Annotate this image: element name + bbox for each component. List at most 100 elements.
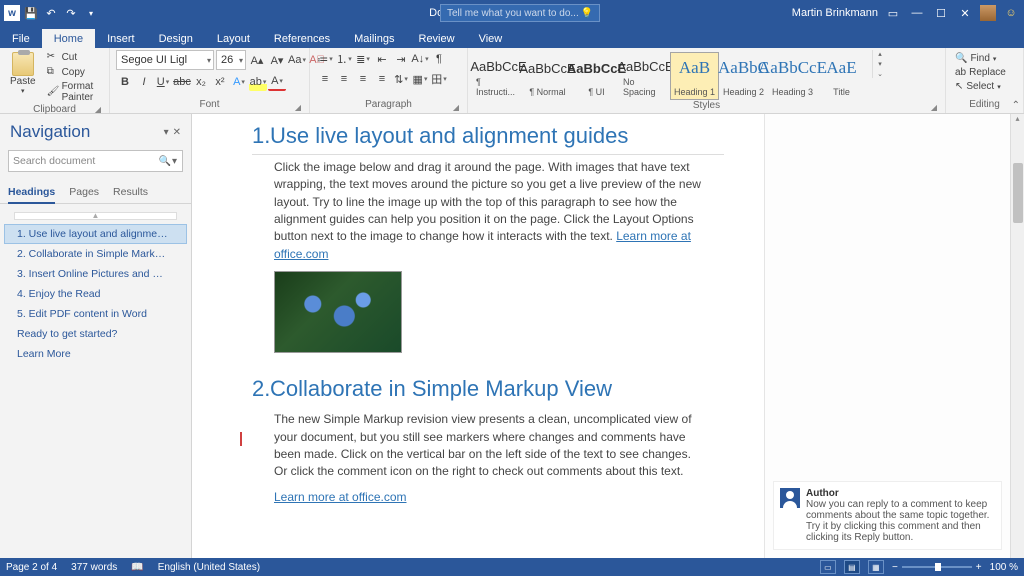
page-count[interactable]: Page 2 of 4 [6, 562, 57, 573]
print-layout-icon[interactable]: ▤ [844, 560, 860, 574]
line-spacing-icon[interactable]: ⇅ [392, 70, 410, 88]
paragraph[interactable]: Click the image below and drag it around… [274, 159, 704, 263]
read-mode-icon[interactable]: ▭ [820, 560, 836, 574]
save-icon[interactable]: 💾 [22, 4, 40, 22]
paste-button[interactable]: Paste▾ [6, 50, 40, 97]
close-icon[interactable]: ✕ [956, 4, 974, 22]
show-marks-icon[interactable]: ¶ [430, 50, 448, 68]
document-area[interactable]: 1.Use live layout and alignment guides C… [192, 114, 1024, 558]
format-painter-button[interactable]: 🖌Format Painter [44, 80, 103, 104]
borders-icon[interactable]: 田 [430, 70, 448, 88]
grow-font-icon[interactable]: A▴ [248, 51, 266, 69]
ribbon-options-icon[interactable]: ▭ [884, 4, 902, 22]
bold-icon[interactable]: B [116, 73, 134, 91]
tab-file[interactable]: File [0, 29, 42, 48]
align-left-icon[interactable]: ≡ [316, 70, 334, 88]
dialog-launcher-icon[interactable]: ◢ [931, 103, 937, 112]
justify-icon[interactable]: ≡ [373, 70, 391, 88]
change-case-icon[interactable]: Aa [288, 51, 306, 69]
nav-menu-icon[interactable]: ▾ [164, 127, 169, 138]
tab-view[interactable]: View [467, 29, 515, 48]
spellcheck-icon[interactable]: 📖 [131, 562, 143, 573]
font-name-select[interactable]: Segoe UI Ligl [116, 50, 214, 70]
language[interactable]: English (United States) [158, 562, 260, 573]
maximize-icon[interactable]: ☐ [932, 4, 950, 22]
search-input[interactable]: Search document🔍▾ [8, 150, 183, 172]
undo-icon[interactable]: ↶ [42, 4, 60, 22]
styles-expand[interactable]: ▴▾⌄ [872, 50, 887, 78]
paragraph[interactable]: The new Simple Markup revision view pres… [274, 411, 704, 481]
style-option[interactable]: AaBbCcEHeading 3 [768, 52, 817, 100]
tab-references[interactable]: References [262, 29, 342, 48]
numbering-icon[interactable]: ⒈ [335, 50, 353, 68]
nav-heading-item[interactable]: 4. Enjoy the Read [4, 284, 187, 304]
revision-mark[interactable] [240, 432, 242, 446]
highlight-icon[interactable]: ab [249, 73, 267, 91]
heading-1[interactable]: Use live layout and alignment guides [270, 123, 628, 148]
smiley-icon[interactable]: ☺ [1002, 4, 1020, 22]
find-button[interactable]: 🔍Find▾ [952, 52, 1009, 65]
nav-tab-results[interactable]: Results [113, 180, 148, 203]
nav-tab-headings[interactable]: Headings [8, 180, 55, 204]
avatar-icon[interactable] [980, 5, 996, 21]
outdent-icon[interactable]: ⇤ [373, 50, 391, 68]
zoom-slider[interactable]: −+ [892, 562, 982, 573]
minimize-icon[interactable]: — [908, 4, 926, 22]
zoom-level[interactable]: 100 % [990, 562, 1018, 573]
style-option[interactable]: AaETitle [817, 52, 866, 100]
font-size-select[interactable]: 26 [216, 50, 246, 70]
shrink-font-icon[interactable]: A▾ [268, 51, 286, 69]
dialog-launcher-icon[interactable]: ◢ [453, 103, 459, 112]
replace-button[interactable]: abReplace [952, 66, 1009, 79]
qat-customize-icon[interactable]: ▾ [82, 4, 100, 22]
tab-home[interactable]: Home [42, 29, 95, 48]
superscript-icon[interactable]: x² [211, 73, 229, 91]
style-option[interactable]: AaBbCcE¶ UI [572, 52, 621, 100]
user-name[interactable]: Martin Brinkmann [792, 7, 878, 19]
tell-me-box[interactable]: Tell me what you want to do...💡 [440, 4, 600, 22]
style-option[interactable]: AaBbCcE¶ Instructi... [474, 52, 523, 100]
tab-design[interactable]: Design [147, 29, 205, 48]
bullets-icon[interactable]: ≔ [316, 50, 334, 68]
nav-heading-item[interactable]: 5. Edit PDF content in Word [4, 304, 187, 324]
subscript-icon[interactable]: x₂ [192, 73, 210, 91]
multilevel-icon[interactable]: ≣ [354, 50, 372, 68]
dialog-launcher-icon[interactable]: ◢ [295, 103, 301, 112]
tab-mailings[interactable]: Mailings [342, 29, 406, 48]
select-button[interactable]: ↖Select▾ [952, 80, 1009, 93]
vertical-scrollbar[interactable]: ▴ [1010, 114, 1024, 558]
nav-heading-item[interactable]: 2. Collaborate in Simple Markup View [4, 244, 187, 264]
nav-heading-item[interactable]: Learn More [4, 344, 187, 364]
italic-icon[interactable]: I [135, 73, 153, 91]
collapse-ribbon-icon[interactable]: ⌃ [1012, 100, 1020, 111]
tab-layout[interactable]: Layout [205, 29, 262, 48]
learn-more-link[interactable]: Learn more at office.com [274, 490, 407, 504]
comment-card[interactable]: AuthorNow you can reply to a comment to … [773, 481, 1002, 550]
nav-tab-pages[interactable]: Pages [69, 180, 99, 203]
text-effects-icon[interactable]: A [230, 73, 248, 91]
web-layout-icon[interactable]: ▦ [868, 560, 884, 574]
nav-heading-item[interactable]: 3. Insert Online Pictures and Video [4, 264, 187, 284]
align-right-icon[interactable]: ≡ [354, 70, 372, 88]
dialog-launcher-icon[interactable]: ◢ [95, 105, 101, 114]
underline-icon[interactable]: U [154, 73, 172, 91]
heading-2[interactable]: Collaborate in Simple Markup View [270, 376, 612, 401]
style-option[interactable]: AaBbCcENo Spacing [621, 52, 670, 100]
nav-heading-item[interactable]: Ready to get started? [4, 324, 187, 344]
font-color-icon[interactable]: A [268, 73, 286, 91]
style-option[interactable]: AaBHeading 1 [670, 52, 719, 100]
word-count[interactable]: 377 words [71, 562, 117, 573]
style-option[interactable]: AaBbCcE¶ Normal [523, 52, 572, 100]
nav-heading-item[interactable]: 1. Use live layout and alignment gui... [4, 224, 187, 244]
cut-button[interactable]: ✂Cut [44, 50, 103, 64]
copy-button[interactable]: ⧉Copy [44, 65, 103, 79]
align-center-icon[interactable]: ≡ [335, 70, 353, 88]
indent-icon[interactable]: ⇥ [392, 50, 410, 68]
tab-review[interactable]: Review [407, 29, 467, 48]
tab-insert[interactable]: Insert [95, 29, 147, 48]
redo-icon[interactable]: ↷ [62, 4, 80, 22]
strike-icon[interactable]: abc [173, 73, 191, 91]
sort-icon[interactable]: A↓ [411, 50, 429, 68]
shading-icon[interactable]: ▦ [411, 70, 429, 88]
styles-gallery[interactable]: AaBbCcE¶ Instructi...AaBbCcE¶ NormalAaBb… [474, 50, 866, 100]
